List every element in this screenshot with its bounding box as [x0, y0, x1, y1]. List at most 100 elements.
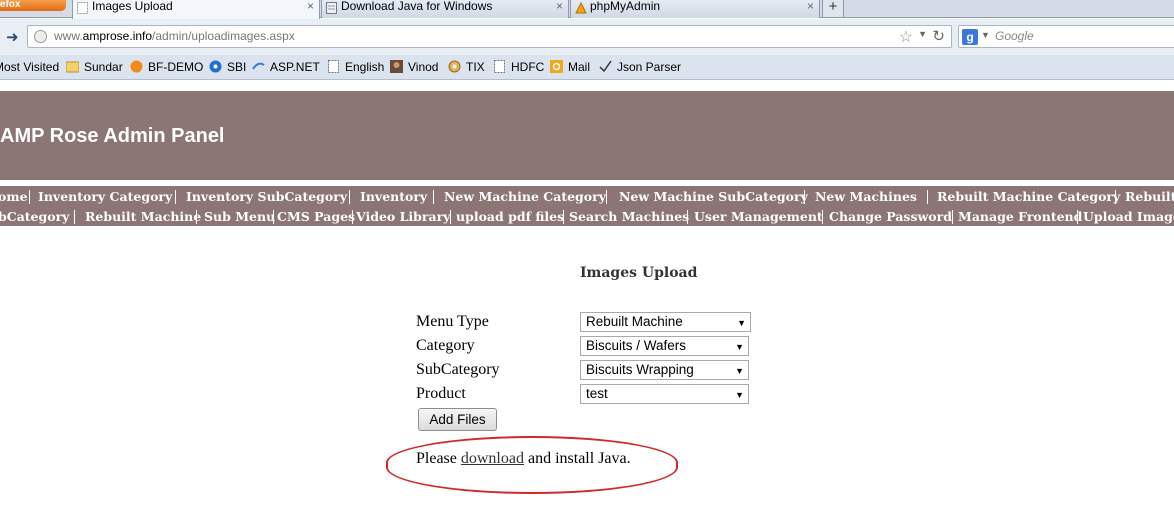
menu-item-video-library[interactable]: Video Library — [356, 210, 450, 224]
menu-item-upload-image[interactable]: Upload Image — [1083, 210, 1174, 224]
menu-separator — [952, 210, 953, 224]
google-icon[interactable]: g — [962, 29, 978, 45]
bookmark-bf-demo[interactable]: BF-DEMO — [130, 60, 203, 74]
address-bar[interactable]: www.amprose.info/admin/uploadimages.aspx… — [27, 25, 952, 48]
menu-separator — [273, 210, 274, 224]
chevron-down-icon[interactable]: ▼ — [981, 30, 990, 40]
folder-icon — [66, 61, 79, 73]
chevron-down-icon[interactable]: ▼ — [737, 314, 746, 332]
tab-label: Images Upload — [92, 0, 173, 13]
bookmark-star-icon[interactable]: ☆ — [899, 27, 913, 47]
search-input[interactable]: Google — [995, 29, 1034, 43]
menu-item-rebuilt-machine[interactable]: Rebuilt Machine — [85, 210, 201, 224]
bookmark-hdfc[interactable]: HDFC — [493, 60, 544, 74]
menu-item-inventory-category[interactable]: Inventory Category — [38, 190, 172, 204]
site-identity-icon[interactable] — [34, 30, 47, 43]
aspnet-icon — [252, 62, 265, 70]
json-icon — [599, 60, 612, 73]
menu-separator — [606, 190, 607, 204]
menu-separator — [74, 210, 75, 224]
menu-item-rebuilt[interactable]: Rebuilt — [1125, 190, 1174, 204]
bookmark-english[interactable]: English — [327, 60, 384, 74]
add-files-button[interactable]: Add Files — [418, 408, 497, 431]
page-icon — [326, 2, 337, 14]
bookmarks-toolbar: Most Visited Sundar BF-DEMO SBI ASP.NET … — [0, 55, 1174, 80]
menu-separator — [1115, 190, 1116, 204]
site-title: AMP Rose Admin Panel — [0, 125, 225, 147]
menu-type-select[interactable]: Rebuilt Machine ▼ — [580, 312, 751, 332]
tab-phpmyadmin[interactable]: phpMyAdmin × — [570, 0, 820, 18]
menu-item-subcategory[interactable]: bCategory — [0, 210, 69, 224]
product-select[interactable]: test ▼ — [580, 384, 749, 404]
bookmark-vinod[interactable]: Vinod — [390, 60, 438, 74]
annotation-oval — [386, 436, 678, 494]
photo-icon — [390, 60, 403, 73]
category-label: Category — [416, 337, 475, 354]
navigation-toolbar: ➜ www.amprose.info/admin/uploadimages.as… — [0, 19, 1174, 55]
url-text[interactable]: www.amprose.info/admin/uploadimages.aspx — [54, 29, 295, 43]
bookmark-sbi[interactable]: SBI — [209, 60, 246, 74]
menu-separator — [433, 190, 434, 204]
menu-item-sub-menu[interactable]: Sub Menu — [204, 210, 275, 224]
menu-separator — [927, 190, 928, 204]
menu-item-new-machine-category[interactable]: New Machine Category — [444, 190, 606, 204]
menu-separator — [196, 210, 197, 224]
sbi-icon — [209, 60, 222, 73]
selected-value: Biscuits / Wafers — [586, 338, 687, 353]
chevron-down-icon[interactable]: ▼ — [735, 338, 744, 356]
menu-type-label: Menu Type — [416, 313, 489, 330]
subcategory-select[interactable]: Biscuits Wrapping ▼ — [580, 360, 749, 380]
menu-item-search-machines[interactable]: Search Machines — [569, 210, 689, 224]
page-title: Images Upload — [580, 265, 698, 281]
subcategory-label: SubCategory — [416, 361, 500, 378]
menu-separator — [349, 190, 350, 204]
phpmyadmin-icon — [575, 1, 587, 14]
menu-item-cms-pages[interactable]: CMS Pages — [277, 210, 355, 224]
back-arrow-icon[interactable]: ➜ — [6, 28, 19, 46]
search-bar[interactable]: g ▼ Google — [958, 25, 1174, 48]
menu-separator — [1077, 210, 1078, 224]
menu-item-inventory[interactable]: Inventory — [360, 190, 427, 204]
menu-item-new-machines[interactable]: New Machines — [815, 190, 917, 204]
category-select[interactable]: Biscuits / Wafers ▼ — [580, 336, 749, 356]
dotted-page-icon — [328, 60, 339, 73]
tab-download-java[interactable]: Download Java for Windows × — [321, 0, 569, 18]
menu-item-user-management[interactable]: User Management — [694, 210, 823, 224]
menu-separator — [175, 190, 176, 204]
bookmark-tix[interactable]: TIX — [448, 60, 485, 74]
menu-separator — [352, 210, 353, 224]
bookmark-json-parser[interactable]: Json Parser — [599, 60, 681, 74]
menu-item-new-machine-subcategory[interactable]: New Machine SubCategory — [619, 190, 808, 204]
bookmark-aspnet[interactable]: ASP.NET — [252, 60, 320, 74]
menu-item-change-password[interactable]: Change Password — [829, 210, 952, 224]
gear-orange-icon — [448, 60, 461, 73]
menu-item-inventory-subcategory[interactable]: Inventory SubCategory — [186, 190, 347, 204]
chevron-down-icon[interactable]: ▼ — [735, 362, 744, 380]
menu-item-upload-pdf-files[interactable]: upload pdf files — [456, 210, 564, 224]
new-tab-button[interactable]: + — [822, 0, 844, 18]
reload-icon[interactable]: ↻ — [932, 27, 945, 45]
menu-separator — [29, 190, 30, 204]
menu-separator — [804, 190, 805, 204]
firefox-menu-button[interactable]: refox — [0, 0, 66, 11]
close-icon[interactable]: × — [807, 0, 814, 13]
browser-tab-bar: refox Images Upload × Download Java for … — [0, 0, 1174, 19]
close-icon[interactable]: × — [556, 0, 563, 13]
chevron-down-icon[interactable]: ▼ — [735, 386, 744, 404]
close-icon[interactable]: × — [307, 0, 314, 13]
menu-separator — [822, 210, 823, 224]
chevron-down-icon[interactable]: ▼ — [918, 29, 927, 39]
blank-page-icon — [77, 2, 88, 14]
bookmark-mail[interactable]: Mail — [550, 60, 590, 74]
bookmark-sundar[interactable]: Sundar — [66, 60, 123, 74]
dotted-page-icon — [494, 60, 505, 73]
bookmark-most-visited[interactable]: Most Visited — [0, 60, 59, 74]
menu-item-rebuilt-machine-category[interactable]: Rebuilt Machine Category — [937, 190, 1120, 204]
tab-label: Download Java for Windows — [341, 0, 493, 13]
menu-item-home[interactable]: ome — [0, 190, 28, 204]
tab-images-upload[interactable]: Images Upload × — [72, 0, 320, 19]
menu-item-manage-frontend[interactable]: Manage Frontend — [958, 210, 1082, 224]
tab-label: phpMyAdmin — [590, 0, 661, 13]
selected-value: Biscuits Wrapping — [586, 362, 694, 377]
outlook-icon — [550, 60, 563, 73]
